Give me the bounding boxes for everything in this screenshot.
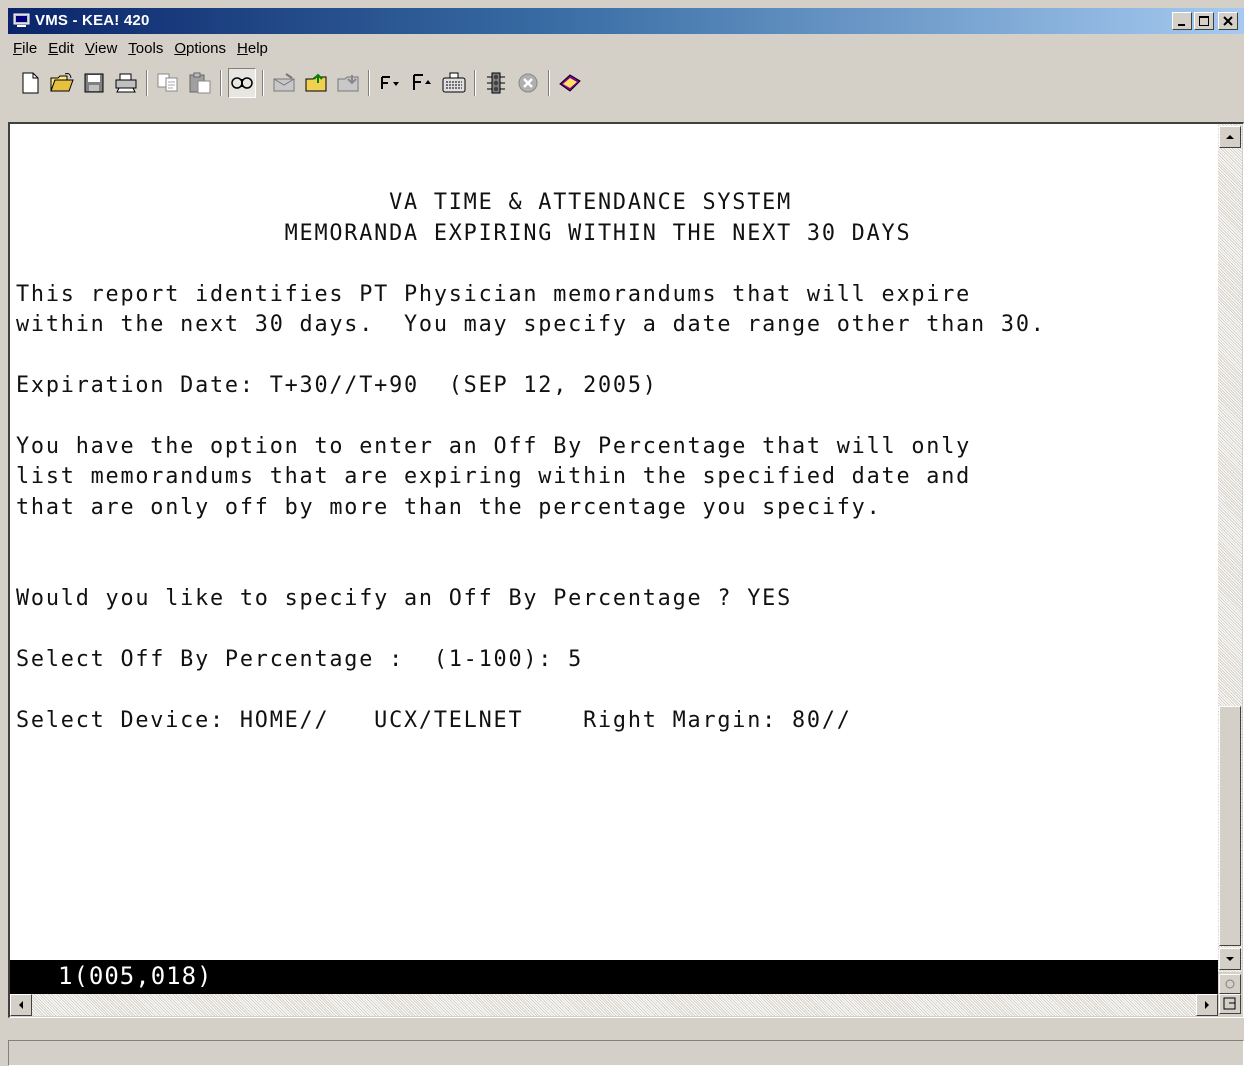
terminal-screen[interactable]: VA TIME & ATTENDANCE SYSTEM MEMORANDA EX… (10, 124, 1218, 960)
toolbar-separator (146, 70, 148, 96)
connect-icon (231, 77, 253, 89)
terminal-line: MEMORANDA EXPIRING WITHIN THE NEXT 30 DA… (16, 221, 912, 246)
terminal-line: Would you like to specify an Off By Perc… (16, 586, 792, 611)
terminal-line: VA TIME & ATTENDANCE SYSTEM (16, 190, 792, 215)
toolbar-separator (262, 70, 264, 96)
horizontal-scrollbar[interactable] (10, 994, 1218, 1016)
copy-icon (157, 73, 178, 92)
help-book-icon (559, 74, 581, 92)
folder-send-icon (305, 73, 327, 92)
print-button[interactable] (110, 68, 142, 98)
scroll-down-button[interactable] (1219, 948, 1241, 970)
paste-button[interactable] (184, 68, 216, 98)
paste-icon (189, 72, 211, 94)
minimize-icon (1178, 24, 1185, 26)
menu-tools[interactable]: Tools (123, 40, 169, 57)
new-icon (22, 72, 39, 94)
close-icon (1223, 16, 1233, 26)
stop-button[interactable] (512, 68, 544, 98)
minimize-button[interactable] (1172, 12, 1192, 30)
mail-button[interactable] (268, 68, 300, 98)
font-up-button[interactable] (406, 68, 438, 98)
menu-tools-label: ools (135, 39, 164, 57)
page-button[interactable] (1219, 974, 1241, 994)
stop-icon (518, 73, 538, 93)
toolbar-separator (474, 70, 476, 96)
arrow-down-icon (1226, 957, 1234, 961)
close-button[interactable] (1218, 12, 1238, 30)
maximize-button[interactable] (1194, 12, 1214, 30)
menu-edit-accel: E (48, 39, 59, 57)
menu-edit-label: dit (58, 39, 75, 57)
terminal-line: Select Off By Percentage : (1-100): 5 (16, 647, 584, 672)
copy-button[interactable] (152, 68, 184, 98)
open-icon (50, 73, 74, 92)
menu-view[interactable]: View (80, 40, 123, 57)
keyboard-icon (442, 72, 466, 93)
title-bar[interactable]: VMS - KEA! 420 (8, 8, 1244, 34)
menu-help-accel: H (237, 39, 248, 57)
font-down-icon (381, 76, 399, 89)
print-icon (115, 73, 137, 93)
maximize-icon (1199, 16, 1209, 26)
terminal-line: Select Device: HOME// UCX/TELNET Right M… (16, 708, 852, 733)
font-down-button[interactable] (374, 68, 406, 98)
corner-controls (1218, 972, 1242, 1016)
menu-options[interactable]: Options (169, 40, 232, 57)
terminal-line: Expiration Date: T+30//T+90 (SEP 12, 200… (16, 373, 658, 398)
open-button[interactable] (46, 68, 78, 98)
scroll-right-button[interactable] (1196, 994, 1218, 1016)
arrow-left-icon (19, 1001, 23, 1009)
save-button[interactable] (78, 68, 110, 98)
traffic-light-icon (487, 72, 505, 94)
toolbar (14, 66, 586, 100)
menu-view-label: iew (94, 39, 118, 57)
menu-file-accel: F (13, 39, 23, 57)
status-bar (8, 1040, 1244, 1066)
keyboard-button[interactable] (438, 68, 470, 98)
terminal-line: list memorandums that are expiring withi… (16, 464, 972, 489)
traffic-light-button[interactable] (480, 68, 512, 98)
connect-button[interactable] (228, 68, 256, 98)
folder-receive-icon (337, 75, 359, 92)
menu-help-label: elp (247, 39, 268, 57)
menu-help[interactable]: Help (232, 40, 274, 57)
terminal-line: This report identifies PT Physician memo… (16, 282, 972, 307)
menu-bar: File Edit View Tools Options Help (8, 36, 274, 60)
resize-button[interactable] (1219, 994, 1241, 1014)
save-icon (84, 73, 104, 93)
terminal-line: within the next 30 days. You may specify… (16, 312, 1046, 337)
menu-file[interactable]: File (8, 40, 43, 57)
menu-edit[interactable]: Edit (43, 40, 80, 57)
scrollbar-thumb[interactable] (1219, 706, 1241, 946)
vertical-scrollbar[interactable] (1218, 124, 1242, 972)
resize-icon (1223, 997, 1236, 1010)
menu-file-label: ile (22, 39, 38, 57)
scroll-up-button[interactable] (1219, 126, 1241, 148)
terminal-status-line: 1(005,018) (10, 960, 1218, 994)
menu-options-accel: O (174, 39, 186, 57)
terminal-line: that are only off by more than the perce… (16, 495, 882, 520)
mail-icon (273, 73, 295, 92)
toolbar-separator (548, 70, 550, 96)
terminal-window: VMS - KEA! 420 File Edit View Tools Opti… (0, 0, 1244, 1066)
scroll-left-button[interactable] (10, 994, 32, 1016)
menu-options-label: ptions (186, 39, 227, 57)
arrow-up-icon (1226, 135, 1234, 139)
font-up-icon (413, 74, 431, 90)
menu-view-accel: V (85, 39, 95, 57)
new-button[interactable] (14, 68, 46, 98)
terminal-line: You have the option to enter an Off By P… (16, 434, 972, 459)
app-icon (13, 13, 30, 27)
page-icon (1225, 979, 1235, 989)
cursor-position: 1(005,018) (58, 962, 213, 990)
folder-receive-button[interactable] (332, 68, 364, 98)
help-book-button[interactable] (554, 68, 586, 98)
window-title: VMS - KEA! 420 (35, 12, 150, 29)
folder-send-button[interactable] (300, 68, 332, 98)
toolbar-separator (220, 70, 222, 96)
menu-tools-accel: T (128, 39, 136, 57)
arrow-right-icon (1205, 1001, 1209, 1009)
toolbar-separator (368, 70, 370, 96)
